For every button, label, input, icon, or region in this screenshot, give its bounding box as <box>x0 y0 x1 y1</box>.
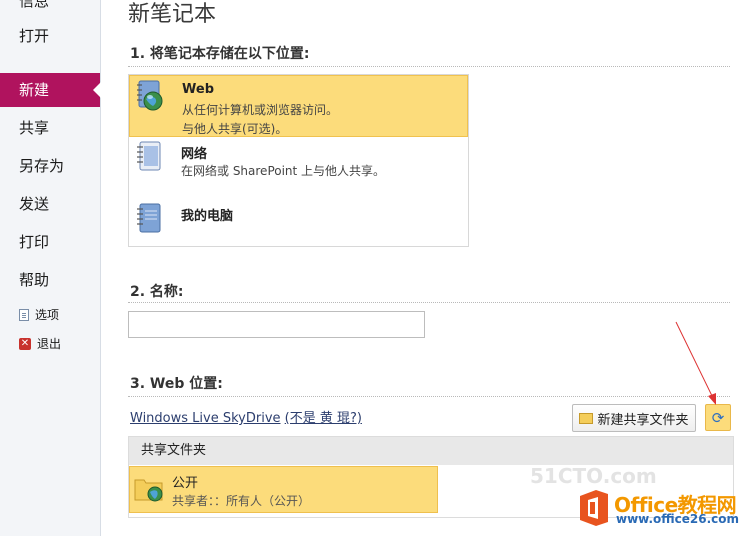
section1-divider <box>128 66 730 67</box>
watermark-51cto: 51CTO.com <box>530 464 657 488</box>
nav-save-as[interactable]: 另存为 <box>0 149 100 183</box>
nav-save-as-label: 另存为 <box>19 157 65 175</box>
shared-folders-header: 共享文件夹 <box>129 437 733 465</box>
new-shared-folder-label: 新建共享文件夹 <box>597 412 689 428</box>
nav-send-label: 发送 <box>19 195 50 213</box>
nav-share-label: 共享 <box>19 119 50 137</box>
nav-print-label: 打印 <box>19 233 50 251</box>
nav-new-label: 新建 <box>19 81 50 99</box>
new-shared-folder-button[interactable]: 新建共享文件夹 <box>572 404 696 432</box>
exit-icon: ✕ <box>19 338 31 350</box>
notebook-name-input[interactable] <box>128 311 425 338</box>
nav-open[interactable]: 打开 <box>0 19 100 53</box>
location-web[interactable]: Web 从任何计算机或浏览器访问。 与他人共享(可选)。 <box>129 75 468 137</box>
shared-folder-name: 公开 <box>172 476 199 491</box>
office-logo-icon <box>580 490 608 526</box>
refresh-icon: ⟳ <box>711 408 725 427</box>
shared-folder-item[interactable]: 公开 共享者：：所有人（公开） <box>129 466 438 513</box>
location-network-name: 网络 <box>181 147 208 162</box>
nav-open-label: 打开 <box>19 27 50 45</box>
location-list: Web 从任何计算机或浏览器访问。 与他人共享(可选)。 网络 在网络或 Sha… <box>128 74 469 247</box>
nav-options-label: 选项 <box>35 308 60 322</box>
location-network-desc: 在网络或 SharePoint 上与他人共享。 <box>181 164 386 178</box>
globe-notebook-icon <box>137 80 163 111</box>
nav-exit[interactable]: ✕ 退出 <box>0 332 100 356</box>
page-title: 新笔记本 <box>128 2 217 27</box>
nav-options[interactable]: 选项 <box>0 303 100 327</box>
location-web-desc1: 从任何计算机或浏览器访问。 <box>182 103 339 117</box>
main-panel: 新笔记本 1. 将笔记本存储在以下位置: Web 从任何计算机或浏览器访问。 与… <box>100 0 739 536</box>
folder-icon <box>579 412 594 424</box>
location-my-computer-name: 我的电脑 <box>181 209 234 224</box>
office-logo-watermark: Office教程网 www.office26.com <box>576 486 739 532</box>
section1-heading: 1. 将笔记本存储在以下位置: <box>130 46 310 62</box>
nav-help[interactable]: 帮助 <box>0 263 100 297</box>
nav-print[interactable]: 打印 <box>0 225 100 259</box>
not-you-link[interactable]: (不是 黄 琨?) <box>285 411 362 426</box>
refresh-button[interactable]: ⟳ <box>705 404 731 431</box>
shared-folder-sharing: 共享者：：所有人（公开） <box>172 494 311 508</box>
nav-help-label: 帮助 <box>19 271 50 289</box>
notebook-icon <box>137 203 161 233</box>
options-icon <box>19 309 29 321</box>
nav-new[interactable]: 新建 <box>0 73 101 107</box>
nav-info-label: 信息 <box>19 0 50 10</box>
location-web-desc2: 与他人共享(可选)。 <box>182 122 288 136</box>
nav-info[interactable]: 信息 <box>0 0 100 18</box>
location-my-computer[interactable]: 我的电脑 <box>129 199 468 261</box>
backstage-sidebar: 信息 打开 新建 共享 另存为 发送 打印 帮助 选项 ✕ 退出 <box>0 0 101 536</box>
skydrive-link[interactable]: Windows Live SkyDrive <box>130 411 281 426</box>
globe-folder-icon <box>134 479 163 502</box>
network-notebook-icon <box>137 141 161 171</box>
section3-divider <box>128 396 730 397</box>
nav-send[interactable]: 发送 <box>0 187 100 221</box>
location-web-name: Web <box>182 82 214 97</box>
section2-divider <box>128 302 730 303</box>
nav-exit-label: 退出 <box>37 337 62 351</box>
section3-heading: 3. Web 位置: <box>130 376 223 392</box>
account-row: Windows Live SkyDrive (不是 黄 琨?) <box>130 407 362 426</box>
location-network[interactable]: 网络 在网络或 SharePoint 上与他人共享。 <box>129 137 468 199</box>
nav-share[interactable]: 共享 <box>0 111 100 145</box>
section2-heading: 2. 名称: <box>130 284 184 300</box>
logo-url: www.office26.com <box>616 512 739 526</box>
